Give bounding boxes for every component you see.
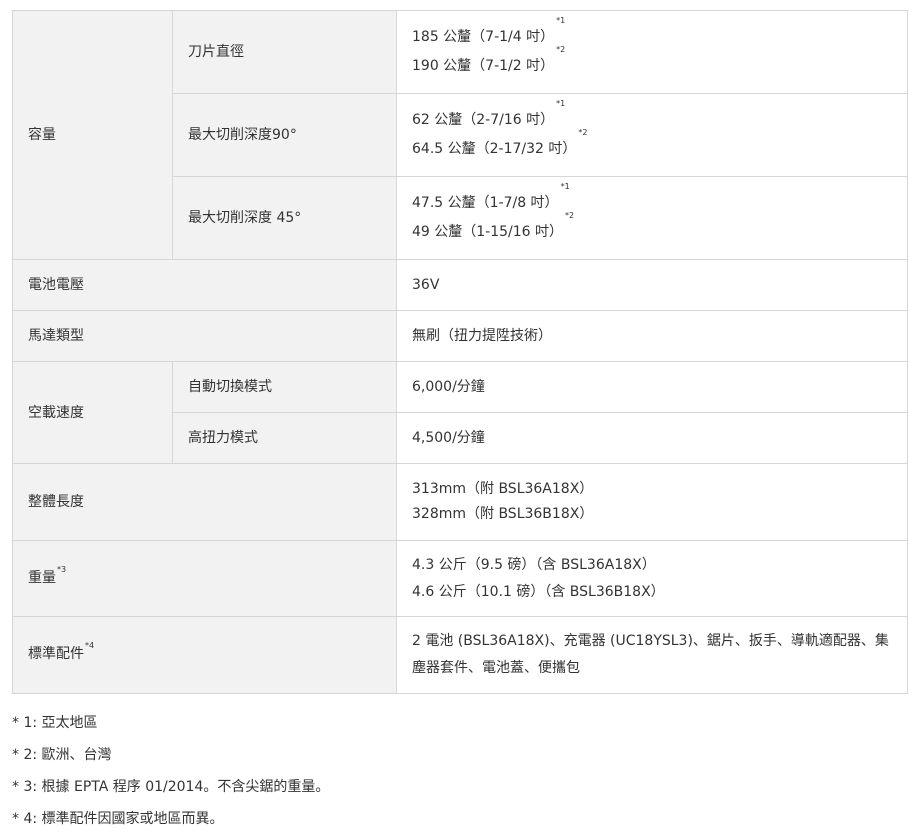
value-high-torque-mode: 4,500/分鐘 xyxy=(396,412,908,464)
label-text: 高扭力模式 xyxy=(188,430,258,446)
footnote-3: * 3: 根據 EPTA 程序 01/2014。不含尖鋸的重量。 xyxy=(12,779,330,795)
label-text: 刀片直徑 xyxy=(188,44,244,60)
value-standard-accessories: 2 電池 (BSL36A18X)、充電器 (UC18YSL3)、鋸片、扳手、導軌… xyxy=(396,616,908,694)
value-text: 36V xyxy=(412,277,440,293)
value-text: 47.5 公釐（1-7/8 吋） xyxy=(412,195,559,211)
value-text: 6,000/分鐘 xyxy=(412,379,485,395)
value-line: 185 公釐（7-1/4 吋）*1 xyxy=(412,17,892,52)
row-label-capacity: 容量 xyxy=(12,10,173,260)
row-label-motor-type: 馬達類型 xyxy=(12,310,397,362)
row-label-standard-accessories: 標準配件*4 xyxy=(12,616,397,694)
value-line: 4.3 公斤（9.5 磅）（含 BSL36A18X） xyxy=(412,556,656,573)
label-text: 最大切削深度 45° xyxy=(188,210,302,226)
table-row: 整體長度 313mm（附 BSL36A18X） 328mm（附 BSL36B18… xyxy=(12,463,908,541)
value-line: 328mm（附 BSL36B18X） xyxy=(412,506,594,522)
spec-table: 容量 刀片直徑 185 公釐（7-1/4 吋）*1 190 公釐（7-1/2 吋… xyxy=(12,10,908,694)
footnote-ref: *3 xyxy=(57,564,67,574)
value-text: 4,500/分鐘 xyxy=(412,430,485,446)
footnotes: * 1: 亞太地區 * 2: 歐洲、台灣 * 3: 根據 EPTA 程序 01/… xyxy=(12,707,329,835)
table-row: 空載速度 自動切換模式 6,000/分鐘 xyxy=(12,361,908,464)
table-row: 容量 刀片直徑 185 公釐（7-1/4 吋）*1 190 公釐（7-1/2 吋… xyxy=(12,10,908,260)
label-text: 最大切削深度90° xyxy=(188,127,297,143)
sub-label-blade-diameter: 刀片直徑 xyxy=(172,10,397,94)
sub-label-depth-45: 最大切削深度 45° xyxy=(172,176,397,260)
table-row: 重量*3 4.3 公斤（9.5 磅）（含 BSL36A18X） 4.6 公斤（1… xyxy=(12,540,908,617)
value-line: 313mm（附 BSL36A18X） xyxy=(412,481,594,497)
footnote-ref: *1 xyxy=(560,182,570,192)
value-line: 49 公釐（1-15/16 吋）*2 xyxy=(412,212,892,247)
table-row: 電池電壓 36V xyxy=(12,259,908,311)
value-weight: 4.3 公斤（9.5 磅）（含 BSL36A18X） 4.6 公斤（10.1 磅… xyxy=(396,540,908,617)
value-text: 49 公釐（1-15/16 吋） xyxy=(412,224,564,240)
value-depth-90: 62 公釐（2-7/16 吋）*1 64.5 公釐（2-17/32 吋）*2 xyxy=(396,93,908,177)
label-text: 整體長度 xyxy=(28,494,84,510)
value-line: 64.5 公釐（2-17/32 吋）*2 xyxy=(412,129,892,164)
label-text: 重量 xyxy=(28,569,56,586)
footnote-ref: *1 xyxy=(556,99,566,109)
value-line: 62 公釐（2-7/16 吋）*1 xyxy=(412,100,892,135)
label-text: 標準配件 xyxy=(28,646,84,662)
table-row: 標準配件*4 2 電池 (BSL36A18X)、充電器 (UC18YSL3)、鋸… xyxy=(12,616,908,694)
label-text: 電池電壓 xyxy=(28,277,84,293)
value-blade-diameter: 185 公釐（7-1/4 吋）*1 190 公釐（7-1/2 吋）*2 xyxy=(396,10,908,94)
label-text: 馬達類型 xyxy=(28,328,84,344)
footnote-ref: *1 xyxy=(556,16,566,26)
value-overall-length: 313mm（附 BSL36A18X） 328mm（附 BSL36B18X） xyxy=(396,463,908,541)
value-text: 185 公釐（7-1/4 吋） xyxy=(412,29,555,45)
footnote-2: * 2: 歐洲、台灣 xyxy=(12,747,112,763)
row-label-no-load-speed: 空載速度 xyxy=(12,361,173,464)
label-text: 容量 xyxy=(28,127,56,143)
footnote-ref: *2 xyxy=(556,45,566,55)
value-text: 190 公釐（7-1/2 吋） xyxy=(412,58,555,74)
footnote-4: * 4: 標準配件因國家或地區而異。 xyxy=(12,811,224,827)
value-depth-45: 47.5 公釐（1-7/8 吋）*1 49 公釐（1-15/16 吋）*2 xyxy=(396,176,908,260)
label-text: 自動切換模式 xyxy=(188,379,272,395)
value-line: 4.6 公斤（10.1 磅）（含 BSL36B18X） xyxy=(412,583,665,600)
table-row: 馬達類型 無刷（扭力提陞技術） xyxy=(12,310,908,362)
sub-label-depth-90: 最大切削深度90° xyxy=(172,93,397,177)
footnote-1: * 1: 亞太地區 xyxy=(12,715,98,731)
sub-label-high-torque-mode: 高扭力模式 xyxy=(172,412,397,464)
sub-label-auto-mode: 自動切換模式 xyxy=(172,361,397,413)
value-motor-type: 無刷（扭力提陞技術） xyxy=(396,310,908,362)
footnote-ref: *4 xyxy=(85,641,95,650)
label-text: 空載速度 xyxy=(28,404,84,421)
row-label-battery-voltage: 電池電壓 xyxy=(12,259,397,311)
footnote-ref: *2 xyxy=(578,128,588,138)
value-line: 47.5 公釐（1-7/8 吋）*1 xyxy=(412,183,892,218)
value-text: 2 電池 (BSL36A18X)、充電器 (UC18YSL3)、鋸片、扳手、導軌… xyxy=(412,633,889,676)
row-label-weight: 重量*3 xyxy=(12,540,397,617)
value-text: 62 公釐（2-7/16 吋） xyxy=(412,112,555,128)
value-text: 64.5 公釐（2-17/32 吋） xyxy=(412,141,577,157)
value-battery-voltage: 36V xyxy=(396,259,908,311)
value-auto-mode: 6,000/分鐘 xyxy=(396,361,908,413)
row-label-overall-length: 整體長度 xyxy=(12,463,397,541)
footnote-ref: *2 xyxy=(565,211,575,221)
value-text: 無刷（扭力提陞技術） xyxy=(412,328,552,344)
value-line: 190 公釐（7-1/2 吋）*2 xyxy=(412,46,892,81)
